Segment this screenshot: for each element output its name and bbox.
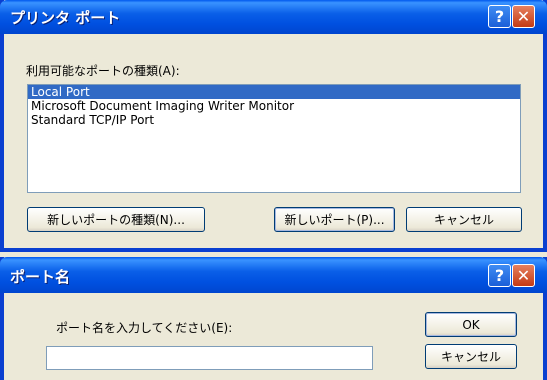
cancel-button[interactable]: キャンセル [406, 207, 522, 232]
list-item-document-imaging-writer[interactable]: Microsoft Document Imaging Writer Monito… [28, 99, 520, 113]
help-icon: ? [494, 266, 505, 285]
close-icon: ✕ [516, 266, 531, 285]
ok-button[interactable]: OK [425, 312, 517, 337]
port-name-titlebar[interactable]: ポート名 ? ✕ [0, 257, 547, 293]
help-icon: ? [494, 7, 505, 26]
close-button[interactable]: ✕ [512, 264, 535, 287]
printer-port-titlebar[interactable]: プリンタ ポート ? ✕ [0, 0, 547, 34]
help-button[interactable]: ? [488, 264, 511, 287]
printer-port-dialog: プリンタ ポート ? ✕ 利用可能なポートの種類(A): Local Port … [0, 0, 547, 252]
cancel-button[interactable]: キャンセル [425, 344, 517, 369]
new-port-type-button[interactable]: 新しいポートの種類(N)... [27, 207, 205, 232]
port-types-list[interactable]: Local Port Microsoft Document Imaging Wr… [27, 84, 521, 193]
close-icon: ✕ [516, 7, 531, 26]
port-name-input[interactable] [46, 346, 373, 370]
list-item-standard-tcpip[interactable]: Standard TCP/IP Port [28, 113, 520, 127]
close-button[interactable]: ✕ [512, 5, 535, 28]
available-port-types-label: 利用可能なポートの種類(A): [26, 64, 180, 78]
list-item-local-port[interactable]: Local Port [28, 85, 520, 99]
printer-port-title: プリンタ ポート [10, 9, 121, 27]
port-name-title: ポート名 [10, 268, 71, 286]
port-name-prompt: ポート名を入力してください(E): [56, 321, 233, 335]
new-port-button[interactable]: 新しいポート(P)... [274, 207, 395, 232]
help-button[interactable]: ? [488, 5, 511, 28]
